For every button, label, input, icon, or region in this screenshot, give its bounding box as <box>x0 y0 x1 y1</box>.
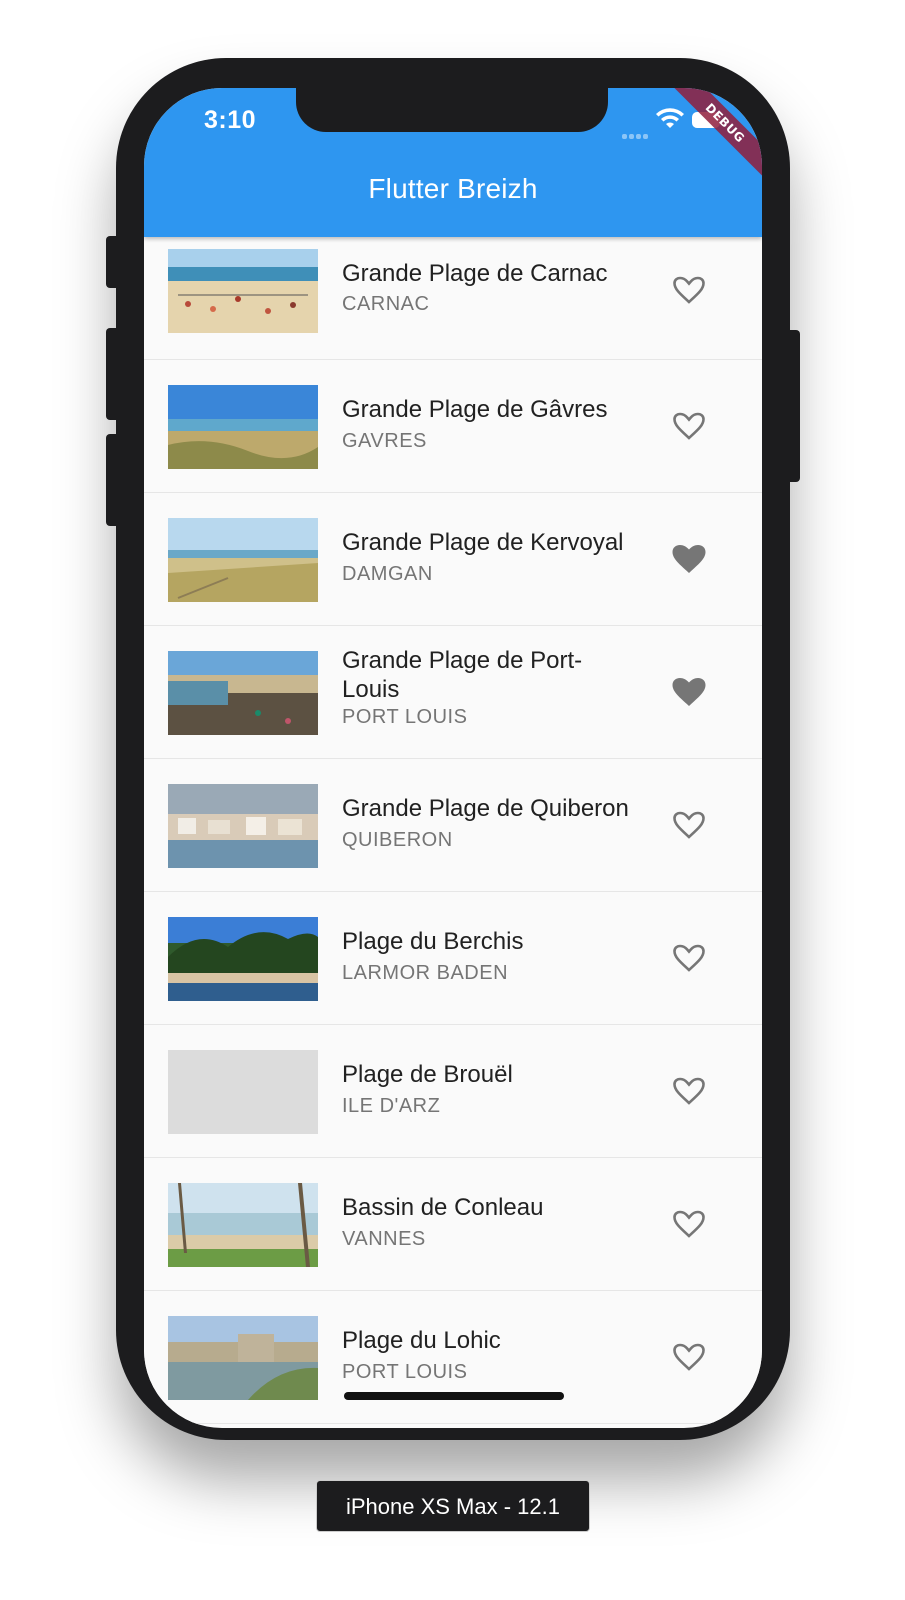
heart-outline-icon <box>673 412 705 440</box>
heart-outline-icon <box>673 1210 705 1238</box>
simulator-device-label: iPhone XS Max - 12.1 <box>316 1480 590 1532</box>
notch <box>296 88 608 132</box>
beach-town: DAMGAN <box>342 563 433 585</box>
favorite-button[interactable] <box>672 1343 706 1373</box>
beach-name: Grande Plage de Carnac <box>342 260 608 287</box>
beach-name: Grande Plage de Kervoyal <box>342 529 624 556</box>
beach-list-item[interactable]: Grande Plage de Kervoyal DAMGAN <box>144 493 762 626</box>
favorite-button[interactable] <box>672 811 706 841</box>
phone-screen: 3:10 DEBUG Flutter Breizh Grande Plage d… <box>144 88 762 1428</box>
favorite-button[interactable] <box>672 678 706 708</box>
favorite-button[interactable] <box>672 276 706 306</box>
heart-outline-icon <box>673 1343 705 1371</box>
beach-thumbnail <box>168 784 318 868</box>
beach-name: Grande Plage de Quiberon <box>342 795 629 822</box>
app-title: Flutter Breizh <box>368 173 538 204</box>
beach-thumbnail <box>168 917 318 1001</box>
app-bar: 3:10 DEBUG Flutter Breizh <box>144 88 762 237</box>
beach-thumbnail <box>168 518 318 602</box>
beach-town: LARMOR BADEN <box>342 962 509 984</box>
status-time: 3:10 <box>204 106 257 134</box>
favorite-button[interactable] <box>672 944 706 974</box>
favorite-button[interactable] <box>672 545 706 575</box>
cellular-signal-icon <box>622 126 650 144</box>
favorite-button[interactable] <box>672 412 706 442</box>
beach-list[interactable]: Grande Plage de Carnac CARNAC Grande Plage… <box>144 237 762 1424</box>
wifi-icon <box>656 108 684 128</box>
beach-list-item[interactable]: Plage de Brouël ILE D'ARZ <box>144 1025 762 1158</box>
beach-town: GAVRES <box>342 430 427 452</box>
beach-thumbnail <box>168 1316 318 1400</box>
beach-name: Bassin de Conleau <box>342 1194 544 1221</box>
favorite-button[interactable] <box>672 1077 706 1107</box>
debug-banner: DEBUG <box>671 88 762 177</box>
beach-town: QUIBERON <box>342 829 453 851</box>
beach-name: Plage du Lohic <box>342 1327 501 1354</box>
beach-thumbnail <box>168 1183 318 1267</box>
beach-town: ILE D'ARZ <box>342 1095 441 1117</box>
beach-list-item[interactable]: Grande Plage de Carnac CARNAC <box>144 237 762 360</box>
beach-town: VANNES <box>342 1228 426 1250</box>
beach-list-item[interactable]: Plage du Berchis LARMOR BADEN <box>144 892 762 1025</box>
beach-name: Grande Plage de Gâvres <box>342 396 608 423</box>
heart-outline-icon <box>673 1077 705 1105</box>
beach-thumbnail <box>168 651 318 735</box>
beach-thumbnail <box>168 385 318 469</box>
heart-outline-icon <box>673 811 705 839</box>
beach-list-item[interactable]: Bassin de Conleau VANNES <box>144 1158 762 1291</box>
beach-town: PORT LOUIS <box>342 706 468 728</box>
beach-list-item[interactable]: Plage du Lohic PORT LOUIS <box>144 1291 762 1424</box>
thumbnail-placeholder <box>168 1050 318 1134</box>
beach-list-item[interactable]: Grande Plage de Port-Louis PORT LOUIS <box>144 626 762 759</box>
heart-filled-icon <box>672 545 706 573</box>
beach-name: Grande Plage de Port-Louis <box>342 647 583 703</box>
beach-town: CARNAC <box>342 293 430 315</box>
beach-name: Plage de Brouël <box>342 1061 513 1088</box>
favorite-button[interactable] <box>672 1210 706 1240</box>
beach-thumbnail <box>168 249 318 333</box>
heart-outline-icon <box>673 944 705 972</box>
beach-list-item[interactable]: Grande Plage de Quiberon QUIBERON <box>144 759 762 892</box>
heart-outline-icon <box>673 276 705 304</box>
home-indicator[interactable] <box>344 1392 564 1400</box>
heart-filled-icon <box>672 678 706 706</box>
beach-name: Plage du Berchis <box>342 928 524 955</box>
beach-town: PORT LOUIS <box>342 1361 468 1383</box>
beach-list-item[interactable]: Grande Plage de Gâvres GAVRES <box>144 360 762 493</box>
